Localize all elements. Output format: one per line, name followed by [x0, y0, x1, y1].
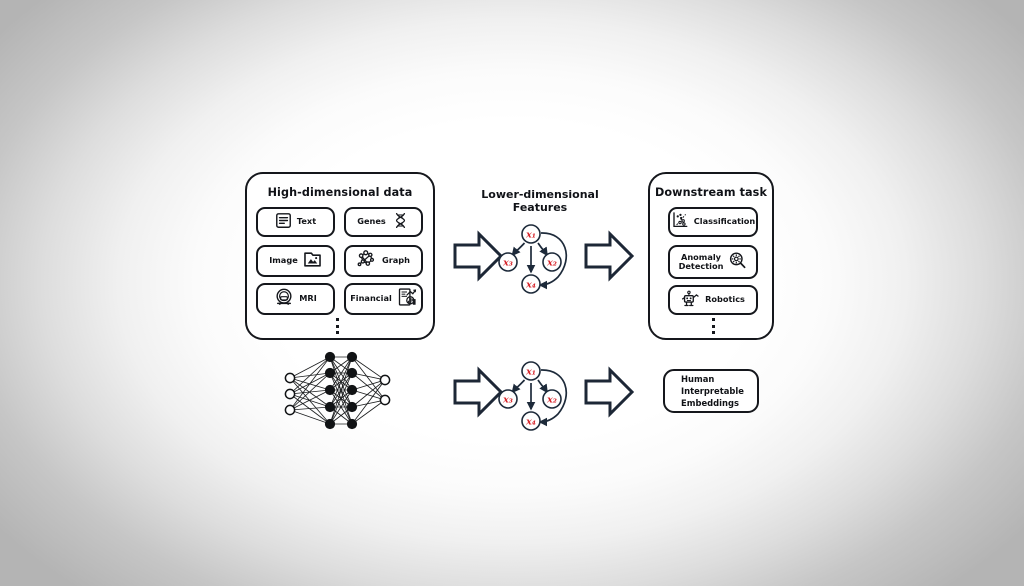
- node-x1-top-label: x₁: [525, 230, 536, 241]
- node-x4-bottom: [521, 411, 541, 431]
- chip-anomaly-detection-label: Anomaly Detection: [678, 251, 724, 271]
- human-interpretable-embeddings-text: Human Interpretable Embeddings: [681, 373, 744, 409]
- edge-x1-x4-curved-bottom: [538, 369, 568, 427]
- nn-hidden-node: [324, 384, 336, 396]
- robot-icon: [681, 289, 700, 312]
- chip-text[interactable]: Text: [256, 207, 335, 237]
- left-panel-title: High-dimensional data: [267, 186, 413, 199]
- right-panel-more-ellipsis: [712, 318, 715, 334]
- molecule-graph-icon: [357, 249, 377, 273]
- edge-x1-x3-bottom: [511, 379, 526, 394]
- nn-hidden-node: [324, 351, 336, 363]
- arrow-features-to-embeddings: [584, 366, 635, 418]
- edge-x1-x2-bottom: [537, 379, 548, 394]
- nn-input-node: [284, 388, 296, 400]
- chip-classification[interactable]: Classification: [668, 207, 758, 237]
- feature-graph-top: x₁ x₂ x₃ x₄: [498, 224, 568, 294]
- node-x1-bottom-label: x₁: [525, 367, 536, 378]
- node-x2-top: [542, 252, 562, 272]
- nn-hidden-node: [346, 418, 358, 430]
- nn-output-node: [379, 394, 391, 406]
- chip-image[interactable]: Image: [256, 245, 335, 277]
- nn-hidden-node: [324, 367, 336, 379]
- human-interpretable-embeddings-box: Human Interpretable Embeddings: [663, 369, 759, 413]
- magnifier-gear-icon: [728, 251, 747, 274]
- chip-image-label: Image: [269, 255, 298, 266]
- neural-network-diagram: [284, 351, 391, 430]
- node-x3-bottom-label: x₃: [502, 395, 513, 406]
- nn-hidden-node: [324, 401, 336, 413]
- chip-financial[interactable]: Financial: [344, 283, 423, 315]
- node-x3-bottom: [498, 389, 518, 409]
- nn-hidden-node: [346, 351, 358, 363]
- edge-x1-x4-curved-top: [538, 232, 568, 290]
- nn-hidden-node: [346, 367, 358, 379]
- nn-hidden-node: [324, 418, 336, 430]
- scatter-classify-icon: [671, 211, 689, 233]
- document-lines-icon: [275, 212, 292, 233]
- chip-robotics[interactable]: Robotics: [668, 285, 758, 315]
- chip-graph[interactable]: Graph: [344, 245, 423, 277]
- node-x4-top: [521, 274, 541, 294]
- edge-x1-x2-top: [537, 242, 548, 257]
- node-x1-bottom: [521, 361, 541, 381]
- vector-layer: x₁ x₂ x₃ x₄ x₁ x₂ x₃ x₄: [284, 224, 635, 431]
- mri-scanner-icon: [274, 287, 294, 311]
- left-panel-more-ellipsis: [336, 318, 339, 334]
- arrow-features-to-task-top: [584, 230, 635, 282]
- node-x2-top-label: x₂: [546, 258, 557, 269]
- feature-graph-bottom: x₁ x₂ x₃ x₄: [498, 361, 568, 431]
- chip-genes[interactable]: Genes: [344, 207, 423, 237]
- node-x4-top-label: x₄: [525, 280, 536, 291]
- node-x3-top: [498, 252, 518, 272]
- node-x3-top-label: x₃: [502, 258, 513, 269]
- chip-robotics-label: Robotics: [705, 294, 745, 305]
- chip-text-label: Text: [296, 216, 317, 227]
- dna-helix-icon: [391, 211, 410, 234]
- figure-canvas: High-dimensional data Text Genes Image G…: [0, 0, 1024, 586]
- node-x2-bottom: [542, 389, 562, 409]
- financial-chart-icon: [397, 287, 417, 311]
- image-folder-icon: [303, 250, 322, 273]
- node-x1-top: [521, 224, 541, 244]
- chip-classification-label: Classification: [693, 216, 756, 227]
- nn-hidden-node: [346, 401, 358, 413]
- nn-hidden-node: [346, 384, 358, 396]
- nn-output-node: [379, 374, 391, 386]
- edge-x1-x3-top: [511, 242, 526, 257]
- arrow-data-to-features-top: [453, 230, 504, 282]
- nn-input-node: [284, 372, 296, 384]
- lower-dimensional-features-caption: Lower-dimensional Features: [481, 188, 599, 215]
- chip-genes-label: Genes: [357, 216, 386, 227]
- chip-financial-label: Financial: [350, 293, 392, 304]
- nn-input-node: [284, 404, 296, 416]
- chip-graph-label: Graph: [382, 255, 410, 266]
- node-x4-bottom-label: x₄: [525, 417, 536, 428]
- chip-mri-label: MRI: [299, 293, 317, 304]
- arrow-network-to-features-bottom: [453, 366, 504, 418]
- right-panel-title: Downstream task: [655, 186, 767, 199]
- chip-mri[interactable]: MRI: [256, 283, 335, 315]
- chip-anomaly-detection[interactable]: Anomaly Detection: [668, 245, 758, 279]
- node-x2-bottom-label: x₂: [546, 395, 557, 406]
